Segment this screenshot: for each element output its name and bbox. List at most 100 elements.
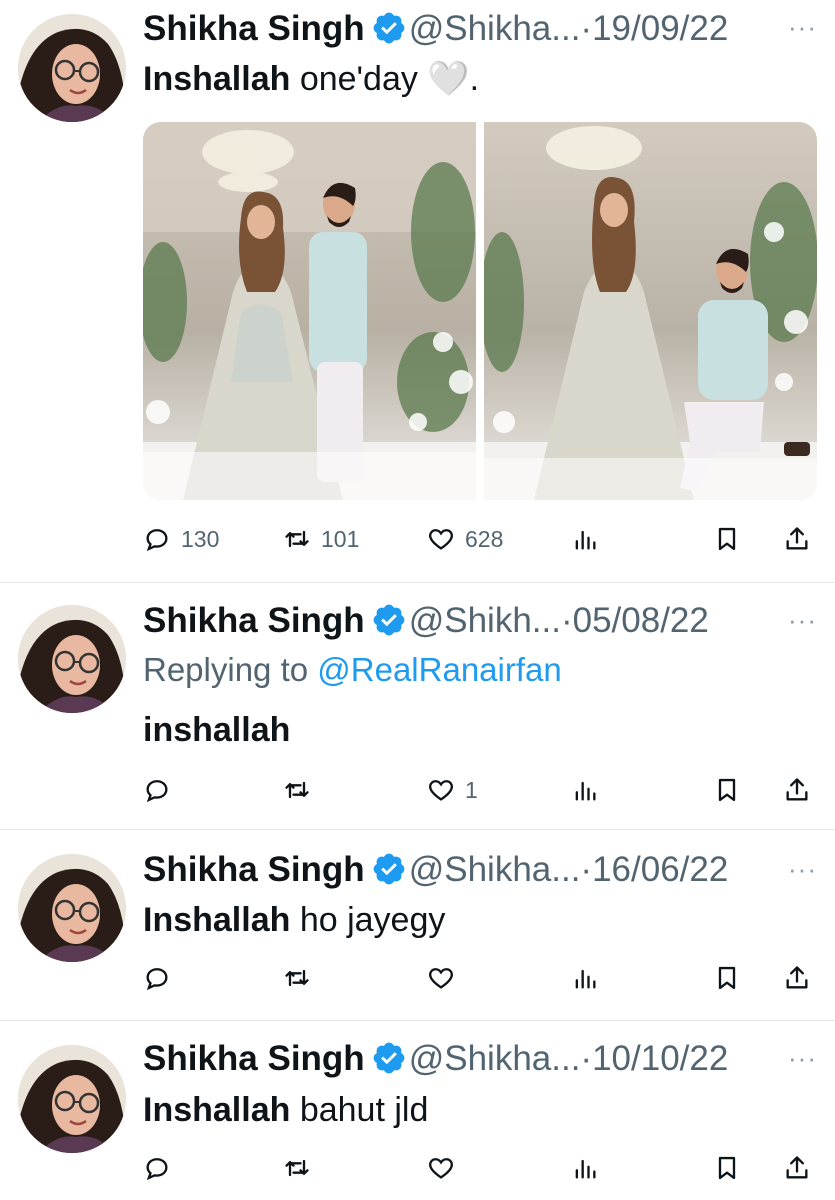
tweet-actions (143, 958, 823, 998)
tweet-date[interactable]: 19/09/22 (592, 9, 728, 48)
share-icon (786, 966, 808, 989)
tweet-header: Shikha Singh @Shikha...·19/09/22 (143, 6, 728, 52)
author-name[interactable]: Shikha Singh (143, 601, 365, 640)
tweet-text-bold: inshallah (143, 711, 291, 749)
tweet-text-bold: Inshallah (143, 60, 291, 98)
like-button[interactable]: 1 (427, 770, 478, 810)
bookmark-button[interactable] (713, 770, 741, 810)
verified-badge-icon (373, 12, 405, 44)
media-photo-2[interactable] (484, 122, 817, 500)
avatar[interactable] (18, 854, 126, 962)
views-button[interactable] (571, 958, 599, 998)
author-name[interactable]: Shikha Singh (143, 9, 365, 48)
reply-icon (146, 529, 168, 552)
more-icon[interactable]: ··· (788, 605, 817, 636)
reply-count: 130 (181, 525, 220, 552)
retweet-icon (285, 969, 309, 987)
tweet-date[interactable]: 16/06/22 (592, 850, 728, 889)
tweet-text: Inshallah ho jayegy (143, 897, 445, 943)
retweet-button[interactable] (283, 958, 321, 998)
more-icon[interactable]: ··· (788, 12, 817, 43)
reply-button[interactable] (143, 770, 181, 810)
like-button[interactable] (427, 1148, 465, 1188)
avatar[interactable] (18, 605, 126, 713)
views-icon (575, 969, 596, 989)
bookmark-button[interactable] (713, 519, 741, 559)
tweet[interactable]: Shikha Singh @Shikha...·19/09/22 ··· Insh… (0, 0, 835, 582)
views-button[interactable] (571, 1148, 599, 1188)
like-count: 628 (465, 525, 504, 552)
tweet-text-rest: one'day 🤍. (290, 60, 480, 98)
views-icon (575, 530, 596, 550)
share-button[interactable] (783, 958, 811, 998)
retweet-icon (285, 1159, 309, 1177)
retweet-button[interactable] (283, 1148, 321, 1188)
separator-dot: · (580, 1039, 593, 1078)
tweet-text-bold: Inshallah (143, 901, 291, 939)
author-handle[interactable]: @Shikha... (409, 9, 581, 48)
reply-icon (146, 1158, 168, 1181)
verified-badge-icon (373, 604, 405, 636)
tweet-date[interactable]: 05/08/22 (573, 601, 709, 640)
separator-dot: · (560, 601, 573, 640)
tweet[interactable]: Shikha Singh @Shikh...·05/08/22 ··· Reply… (0, 583, 835, 829)
author-handle[interactable]: @Shikh... (409, 601, 561, 640)
tweet-text: inshallah (143, 707, 290, 753)
heart-icon (429, 529, 453, 550)
retweet-button[interactable] (283, 770, 321, 810)
share-icon (786, 1156, 808, 1179)
more-icon[interactable]: ··· (788, 1043, 817, 1074)
replying-to: Replying to @RealRanairfan (143, 647, 562, 693)
tweet[interactable]: Shikha Singh @Shikha...·16/06/22 ··· Insh… (0, 830, 835, 1020)
tweet-text: Inshallah one'day 🤍. (143, 56, 479, 102)
tweet-header: Shikha Singh @Shikha...·10/10/22 (143, 1036, 728, 1082)
heart-icon (429, 780, 453, 801)
tweet-text: Inshallah bahut jld (143, 1087, 428, 1133)
tweet-text-rest: ho jayegy (290, 901, 446, 939)
tweet-header: Shikha Singh @Shikha...·16/06/22 (143, 847, 728, 893)
like-button[interactable]: 628 (427, 519, 503, 559)
replying-to-mention[interactable]: @RealRanairfan (317, 651, 561, 688)
author-handle[interactable]: @Shikha... (409, 1039, 581, 1078)
bookmark-icon (718, 966, 736, 990)
share-button[interactable] (783, 519, 811, 559)
bookmark-icon (718, 527, 736, 551)
avatar[interactable] (18, 14, 126, 122)
tweet-header: Shikha Singh @Shikh...·05/08/22 (143, 598, 709, 644)
bookmark-icon (718, 778, 736, 802)
retweet-button[interactable]: 101 (283, 519, 359, 559)
bookmark-icon (718, 1156, 736, 1180)
author-handle[interactable]: @Shikha... (409, 850, 581, 889)
views-button[interactable] (571, 770, 599, 810)
share-button[interactable] (783, 1148, 811, 1188)
tweet-actions: 1 (143, 770, 823, 810)
views-icon (575, 781, 596, 801)
tweet-text-rest: bahut jld (290, 1091, 429, 1129)
tweet-media[interactable] (143, 122, 817, 500)
bookmark-button[interactable] (713, 958, 741, 998)
like-button[interactable] (427, 958, 465, 998)
reply-icon (146, 968, 168, 991)
more-icon[interactable]: ··· (788, 854, 817, 885)
share-button[interactable] (783, 770, 811, 810)
author-name[interactable]: Shikha Singh (143, 850, 365, 889)
media-photo-1[interactable] (143, 122, 476, 500)
views-button[interactable] (571, 519, 599, 559)
author-name[interactable]: Shikha Singh (143, 1039, 365, 1078)
reply-button[interactable] (143, 958, 181, 998)
tweet-actions (143, 1148, 823, 1188)
reply-button[interactable]: 130 (143, 519, 219, 559)
separator-dot: · (580, 9, 593, 48)
retweet-count: 101 (321, 525, 360, 552)
bookmark-button[interactable] (713, 1148, 741, 1188)
retweet-icon (285, 781, 309, 799)
reply-icon (146, 780, 168, 803)
tweet-text-bold: Inshallah (143, 1091, 291, 1129)
tweet[interactable]: Shikha Singh @Shikha...·10/10/22 ··· Insh… (0, 1021, 835, 1200)
tweet-actions: 130 101 628 (143, 519, 823, 559)
reply-button[interactable] (143, 1148, 181, 1188)
avatar[interactable] (18, 1045, 126, 1153)
separator-dot: · (580, 850, 593, 889)
tweet-date[interactable]: 10/10/22 (592, 1039, 728, 1078)
share-icon (786, 527, 808, 550)
